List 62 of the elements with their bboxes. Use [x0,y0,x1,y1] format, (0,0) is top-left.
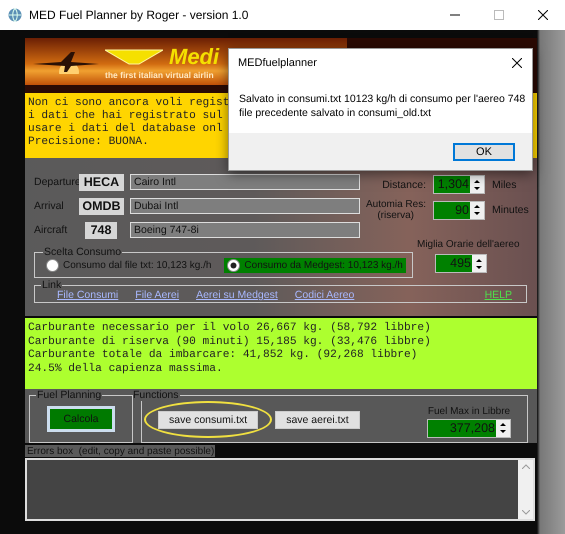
help-link[interactable]: HELP [484,290,512,301]
field-label: Distance: [381,178,426,190]
code-field[interactable]: HECA [79,174,124,190]
result-line: Carburante totale da imbarcare: 41,852 kg. (92,268 libbre) [28,349,418,362]
unit-label: Minutes [492,204,529,216]
scroll-down-icon [522,510,530,515]
link[interactable]: File Aerei [135,290,180,301]
tagline: the first italian virtual airlin [105,70,215,80]
close-icon[interactable] [512,58,522,68]
notice-line: Precisione: BUONA. [28,136,149,149]
field-label: Arrival [34,200,65,212]
link[interactable]: File Consumi [57,290,118,301]
result-line: Carburante necessario per il volo 26,667 kg. (58,792 libbre) [28,322,431,336]
scroll-up-icon [522,464,530,469]
field-label: Departure [34,176,79,188]
code-field[interactable]: OMDB [79,198,124,214]
group-title: Scelta Consumo [43,246,122,258]
close-icon[interactable] [538,10,548,20]
radio-label: Consumo dal file txt: 10,123 kg./h [63,260,212,271]
field-label: Fuel Max in Libbre [428,406,510,416]
group-title: Functions [132,389,180,401]
spin-arrows-icon[interactable] [473,178,481,192]
dialog-title: MEDfuelplanner [238,57,317,69]
ok-button[interactable]: OK [453,142,515,160]
group-title: Fuel Planning [36,389,102,401]
fuel-max-spinner[interactable]: 377,208 [427,418,511,438]
name-field[interactable]: Boeing 747-8i [130,222,360,238]
dialog-message: file precedente salvato in consumi_old.txt [239,107,432,119]
speed-spinner[interactable]: 495 [435,254,487,273]
save-button[interactable]: save consumi.txt [158,411,258,429]
radio-label: Consumo da Medgest: 10,123 kg./h [244,260,403,271]
brand-logo-text: Medi [169,44,220,70]
result-line: Carburante di riserva (90 minuti) 15,185 kg. (33,476 libbre) [28,336,431,348]
name-field[interactable]: Dubai Intl [130,198,360,214]
spin-arrows-icon[interactable] [473,203,481,217]
wing-logo-icon [105,48,163,64]
result-line: 24.5% della capienza massima. [28,362,223,376]
calculate-button[interactable]: Calcola [47,406,115,432]
reserve-spinner[interactable]: 90 [433,200,485,220]
radio-button[interactable] [227,259,240,272]
radio-button[interactable] [46,259,59,272]
unit-label: Miles [492,178,517,190]
field-label: Miglia Orarie dell'aereo [417,239,520,250]
field-label: Aircraft [34,224,68,236]
group-title: Link [41,280,62,290]
save-button[interactable]: save aerei.txt [275,411,360,429]
app-globe-icon [8,8,22,22]
field-label: Automia Res: [366,199,426,210]
spin-arrows-icon[interactable] [475,256,483,270]
name-field[interactable]: Cairo Intl [130,174,360,190]
notice-line: Non ci sono ancora voli regist [28,97,230,110]
distance-spinner[interactable]: 1,304 [433,175,485,194]
link[interactable]: Codici Aereo [294,290,354,301]
window-title: MED Fuel Planner by Roger - version 1.0 [29,8,248,22]
code-field[interactable]: 748 [85,222,117,238]
link[interactable]: Aerei su Medgest [196,290,278,301]
notice-line: usare i dati del database onl [28,123,223,136]
errors-text-area[interactable] [25,458,535,521]
errors-box-label: Errors box (edit, copy and paste possible) [25,445,216,457]
field-sublabel: (riserva) [377,210,414,221]
spin-arrows-icon[interactable] [499,421,507,435]
notice-line: i dati che hai registrato sul [28,110,223,122]
